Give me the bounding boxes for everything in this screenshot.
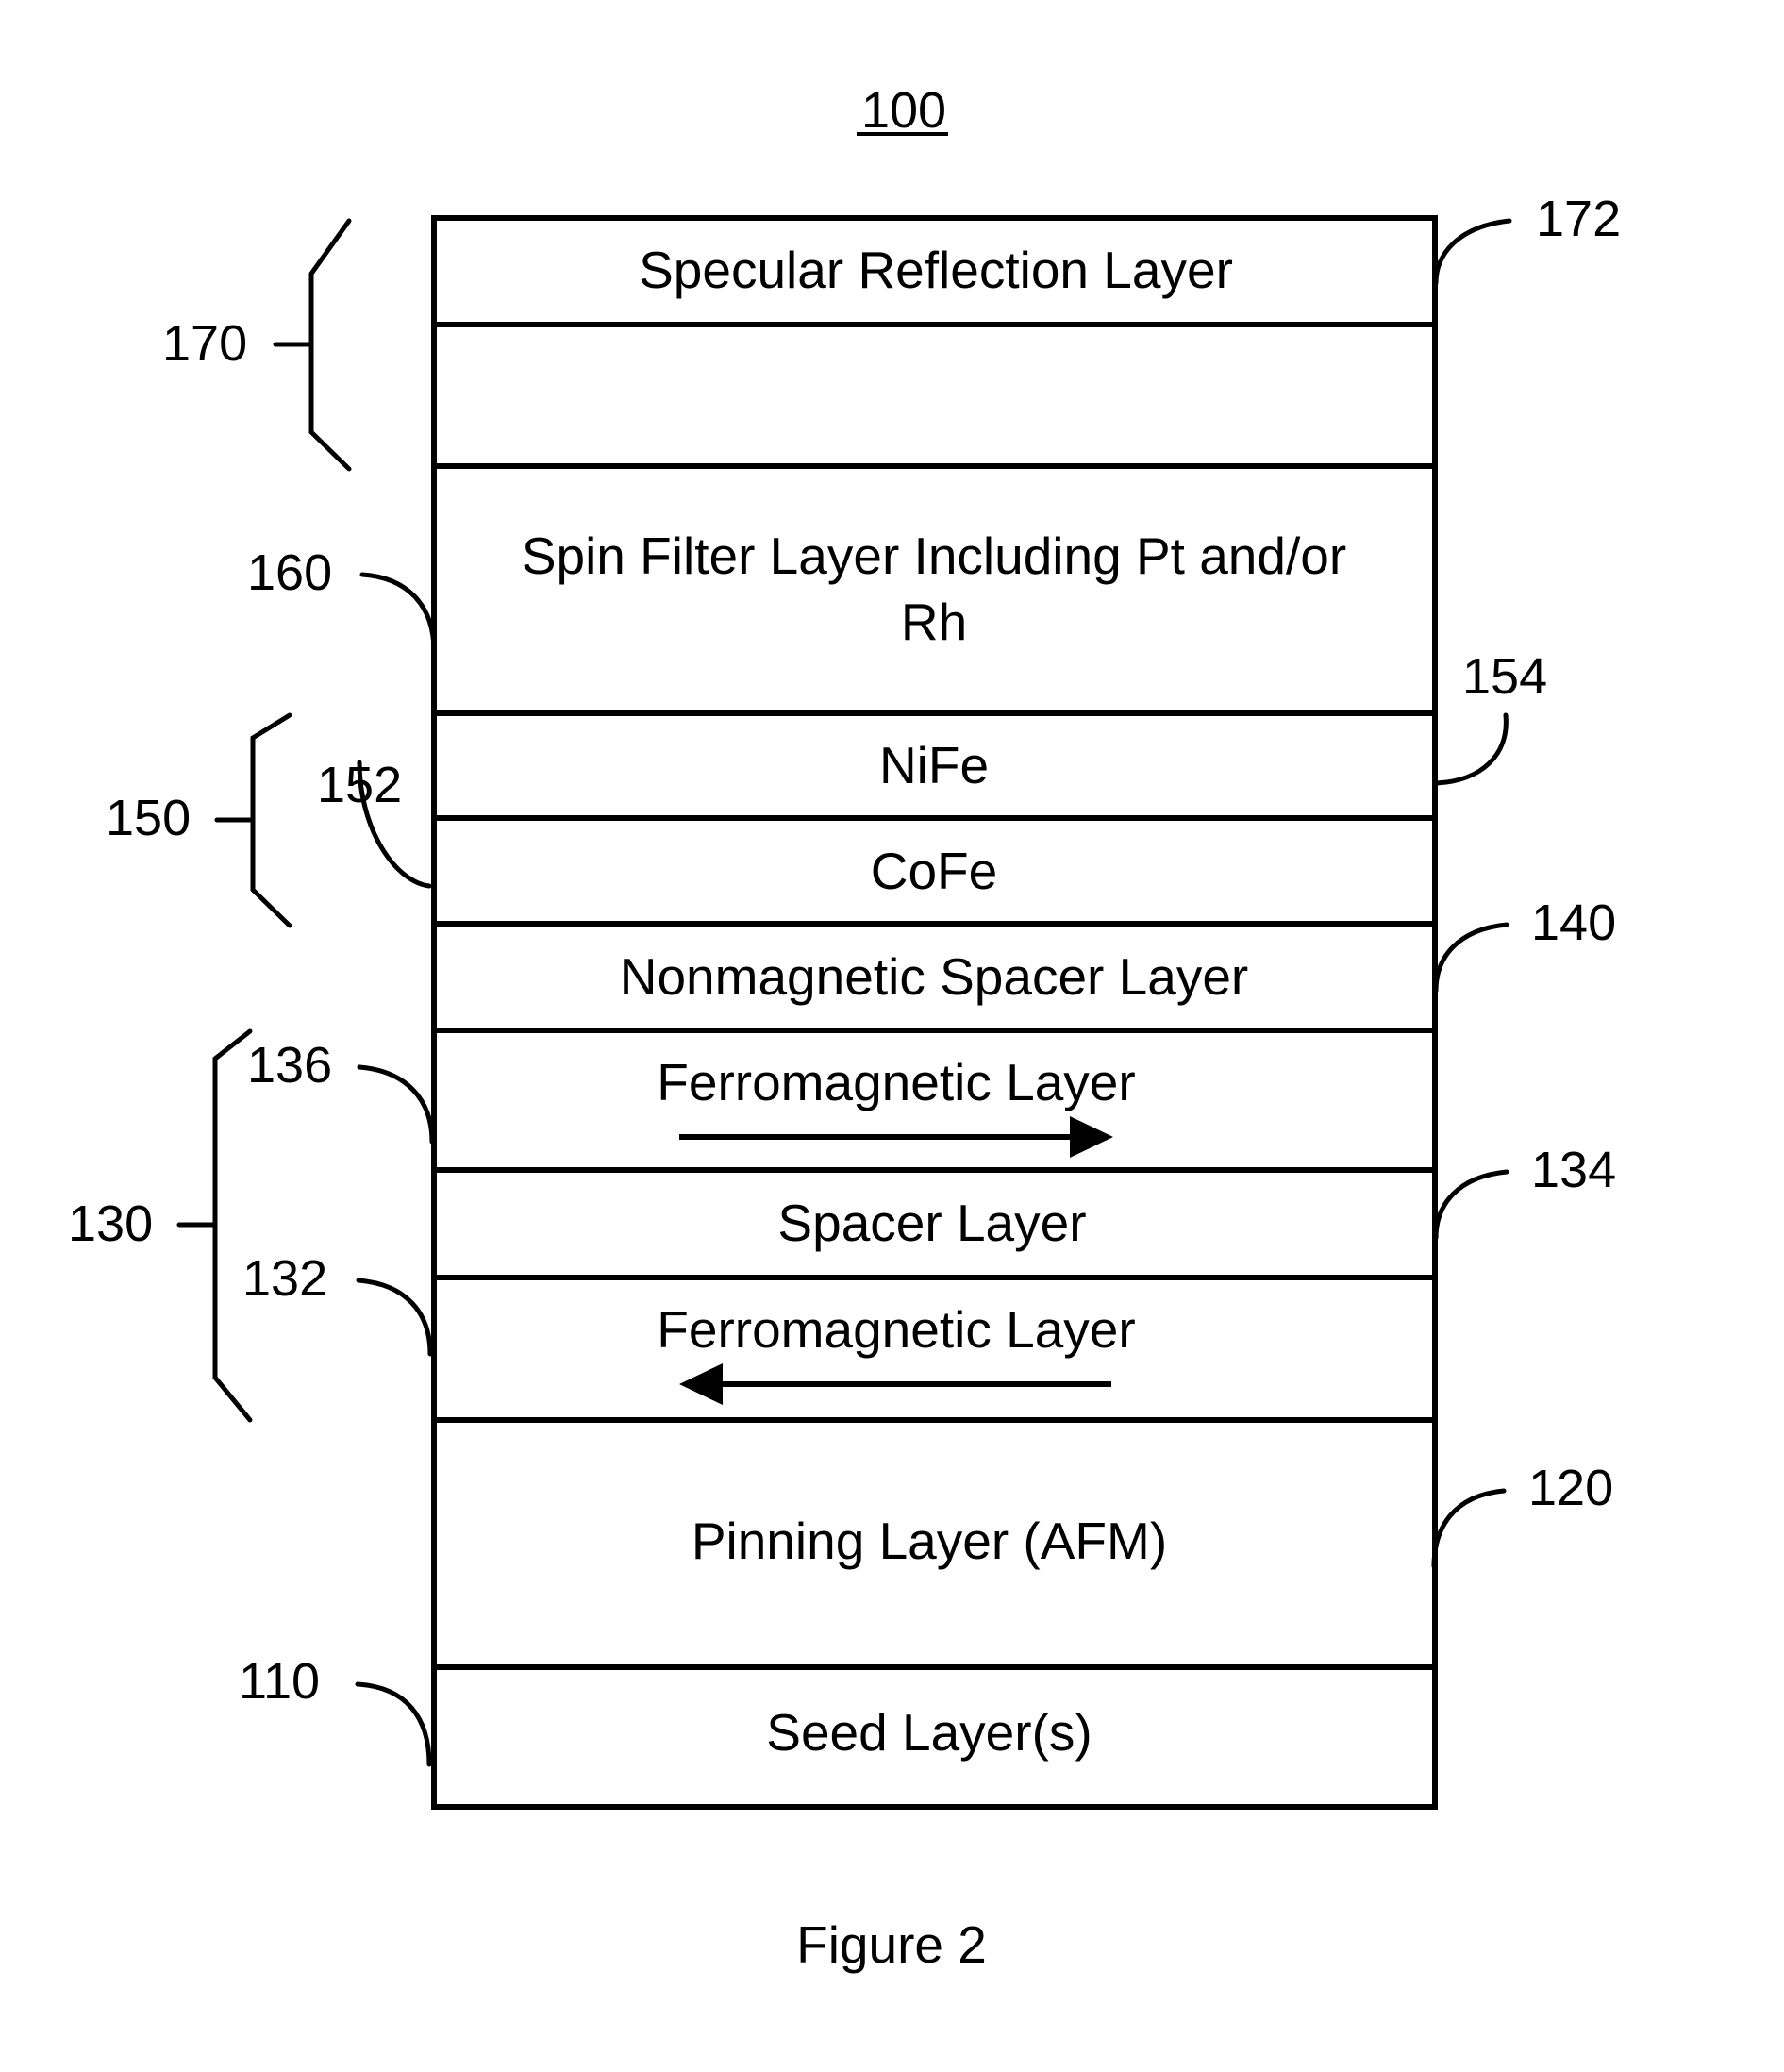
ref-120: 120 <box>1528 1460 1613 1516</box>
leader-160 <box>359 572 437 654</box>
layer-spin-filter-line1: Spin Filter Layer Including Pt and/or <box>522 526 1346 585</box>
figure-caption: Figure 2 <box>796 1915 987 1974</box>
layer-nonmagnetic-spacer: Nonmagnetic Spacer Layer <box>620 947 1248 1006</box>
ref-130: 130 <box>68 1195 153 1252</box>
layer-nife: NiFe <box>879 736 989 794</box>
leader-110 <box>355 1681 432 1767</box>
layer-spin-filter-line2: Rh <box>901 593 967 651</box>
layer-pinning: Pinning Layer (AFM) <box>692 1512 1167 1570</box>
arrow-right-icon <box>679 1116 1113 1158</box>
bracket-150 <box>214 712 292 928</box>
arrow-left-icon <box>679 1363 1111 1405</box>
leader-132 <box>356 1278 433 1357</box>
ref-170: 170 <box>162 315 247 372</box>
ref-134: 134 <box>1531 1142 1616 1198</box>
leader-120 <box>1431 1488 1507 1569</box>
figure-number: 100 <box>861 82 946 139</box>
bracket-170 <box>273 218 352 472</box>
ref-136: 136 <box>247 1037 332 1094</box>
layer-seed: Seed Layer(s) <box>766 1703 1092 1762</box>
layer-cofe: CoFe <box>871 842 998 900</box>
ref-140: 140 <box>1531 894 1616 951</box>
layer-ferromagnetic-136: Ferromagnetic Layer <box>657 1053 1135 1111</box>
ref-160: 160 <box>247 544 332 601</box>
ref-110: 110 <box>239 1653 320 1710</box>
leader-154 <box>1433 712 1509 786</box>
ref-150: 150 <box>106 790 191 846</box>
layer-specular-reflection: Specular Reflection Layer <box>639 241 1233 299</box>
ref-154: 154 <box>1462 648 1547 705</box>
layer-ferromagnetic-132: Ferromagnetic Layer <box>657 1300 1135 1359</box>
leader-134 <box>1433 1169 1509 1241</box>
ref-132: 132 <box>242 1250 327 1307</box>
ref-172: 172 <box>1536 191 1621 247</box>
leader-136 <box>357 1064 435 1145</box>
leader-172 <box>1433 218 1512 286</box>
leader-140 <box>1433 922 1509 994</box>
layer-stack-diagram: 100 Specular Reflection Layer Spin Filte… <box>68 82 1621 1974</box>
bracket-130 <box>176 1028 253 1423</box>
layer-spacer: Spacer Layer <box>777 1194 1086 1252</box>
